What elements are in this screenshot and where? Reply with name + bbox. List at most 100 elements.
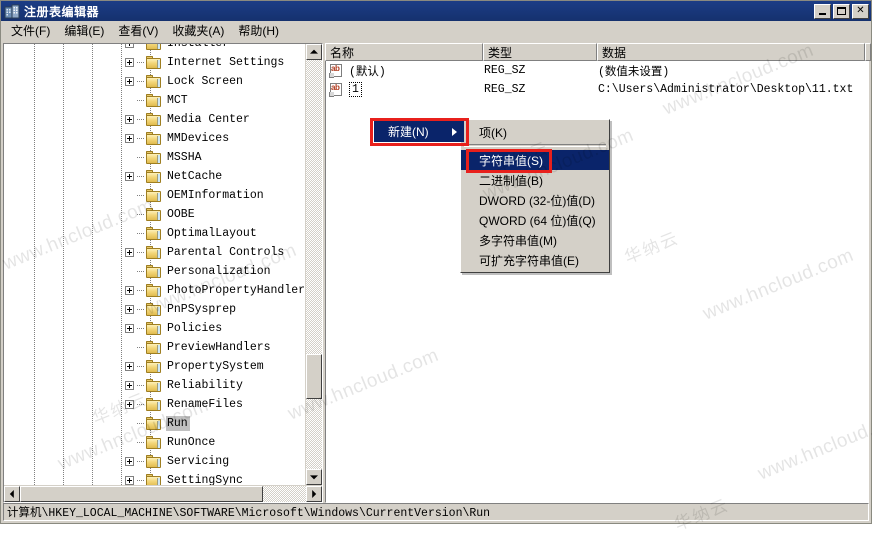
tree-item-label: MCT [167,94,188,107]
tree-expander-spacer [125,153,137,162]
tree-horizontal-scrollbar[interactable] [4,485,322,502]
tree-item-pnpsysprep[interactable]: PnPSysprep [4,300,305,319]
column-header-type[interactable]: 类型 [483,43,597,61]
close-button[interactable]: ✕ [852,3,869,19]
folder-icon [146,189,162,202]
tree-vertical-scrollbar[interactable] [305,44,322,485]
submenu-item-3[interactable]: DWORD (32-位)值(D) [461,190,609,210]
expand-plus-icon[interactable] [125,381,134,390]
submenu-item-label: 字符串值(S) [479,153,543,168]
context-menu-item-new[interactable]: 新建(N) [374,121,464,142]
folder-icon [146,360,162,373]
tree-item-internet-settings[interactable]: Internet Settings [4,53,305,72]
tree-item-netcache[interactable]: NetCache [4,167,305,186]
tree-item-media-center[interactable]: Media Center [4,110,305,129]
tree-expander-spacer [125,210,137,219]
tree-item-label: Run [166,416,190,431]
tree-elbow-line [137,119,145,120]
expand-plus-icon[interactable] [125,77,134,86]
expand-plus-icon[interactable] [125,362,134,371]
tree-item-label: MMDevices [167,132,230,145]
maximize-icon [834,5,849,18]
submenu-item-6[interactable]: 可扩充字符串值(E) [461,250,609,270]
folder-icon [146,455,162,468]
menu-help[interactable]: 帮助(H) [231,20,286,42]
expand-plus-icon[interactable] [125,476,134,485]
tree-item-lock-screen[interactable]: Lock Screen [4,72,305,91]
expand-plus-icon[interactable] [125,286,134,295]
status-path: 计算机\HKEY_LOCAL_MACHINE\SOFTWARE\Microsof… [3,503,869,521]
title-bar: 注册表编辑器 ✕ [1,1,871,21]
minimize-button[interactable] [814,3,831,19]
tree-scroll-up-button[interactable] [306,44,322,60]
tree-scroll-down-button[interactable] [306,469,322,485]
tree-item-oeminformation[interactable]: OEMInformation [4,186,305,205]
expand-plus-icon[interactable] [125,134,134,143]
tree-item-label: NetCache [167,170,223,183]
tree-scroll-left-button[interactable] [4,486,20,502]
value-name-label: (默认) [349,65,386,79]
submenu-item-label: 多字符串值(M) [479,233,557,248]
submenu-item-5[interactable]: 多字符串值(M) [461,230,609,250]
tree-elbow-line [137,385,145,386]
folder-icon [146,474,162,485]
tree-item-reliability[interactable]: Reliability [4,376,305,395]
tree-hscroll-thumb[interactable] [20,486,264,502]
folder-icon [146,170,162,183]
expand-plus-icon[interactable] [125,400,134,409]
column-header-name[interactable]: 名称 [325,43,483,61]
tree-item-run[interactable]: Run [4,414,305,433]
menu-view[interactable]: 查看(V) [111,20,165,42]
value-data-cell: (数值未设置) [598,65,670,79]
menu-favorites[interactable]: 收藏夹(A) [165,20,231,42]
value-row[interactable]: ab (默认) REG_SZ (数值未设置) [326,61,868,80]
expand-plus-icon[interactable] [125,324,134,333]
submenu-item-0[interactable]: 项(K) [461,122,609,142]
tree-elbow-line [137,214,145,215]
tree-item-policies[interactable]: Policies [4,319,305,338]
tree-vscroll-track[interactable] [306,60,322,469]
tree-item-runonce[interactable]: RunOnce [4,433,305,452]
tree-item-installer[interactable]: Installer [4,44,305,53]
tree-hscroll-track[interactable] [20,486,306,502]
tree-expander-spacer [125,191,137,200]
submenu-item-4[interactable]: QWORD (64 位)值(Q) [461,210,609,230]
tree-item-renamefiles[interactable]: RenameFiles [4,395,305,414]
tree-item-oobe[interactable]: OOBE [4,205,305,224]
value-row[interactable]: ab 1 REG_SZ C:\Users\Administrator\Desktop\… [326,80,868,99]
tree-vscroll-thumb[interactable] [306,354,322,400]
tree-item-photopropertyhandler[interactable]: PhotoPropertyHandler [4,281,305,300]
tree-item-label: PhotoPropertyHandler [167,284,305,297]
tree-item-settingsync[interactable]: SettingSync [4,471,305,485]
tree-item-optimallayout[interactable]: OptimalLayout [4,224,305,243]
submenu-item-1[interactable]: 字符串值(S) [461,150,609,170]
chevron-right-icon [312,490,317,498]
tree-item-personalization[interactable]: Personalization [4,262,305,281]
folder-icon [146,75,162,88]
tree-item-servicing[interactable]: Servicing [4,452,305,471]
expand-plus-icon[interactable] [125,172,134,181]
tree-item-label: OOBE [167,208,195,221]
menu-edit[interactable]: 编辑(E) [57,20,111,42]
tree-item-propertysystem[interactable]: PropertySystem [4,357,305,376]
tree-expander-spacer [125,96,137,105]
expand-plus-icon[interactable] [125,305,134,314]
tree-item-parental-controls[interactable]: Parental Controls [4,243,305,262]
tree-scroll-right-button[interactable] [306,486,322,502]
expand-plus-icon[interactable] [125,115,134,124]
menu-file[interactable]: 文件(F) [4,20,57,42]
expand-plus-icon[interactable] [125,58,134,67]
tree-item-label: Policies [167,322,223,335]
tree-item-mssha[interactable]: MSSHA [4,148,305,167]
tree-item-mct[interactable]: MCT [4,91,305,110]
submenu-item-label: QWORD (64 位)值(Q) [479,213,596,228]
submenu-item-2[interactable]: 二进制值(B) [461,170,609,190]
maximize-button[interactable] [833,3,850,19]
expand-plus-icon[interactable] [125,44,134,48]
expand-plus-icon[interactable] [125,248,134,257]
tree-item-previewhandlers[interactable]: PreviewHandlers [4,338,305,357]
column-header-data[interactable]: 数据 [597,43,865,61]
tree-item-label: MSSHA [167,151,202,164]
tree-item-mmdevices[interactable]: MMDevices [4,129,305,148]
expand-plus-icon[interactable] [125,457,134,466]
